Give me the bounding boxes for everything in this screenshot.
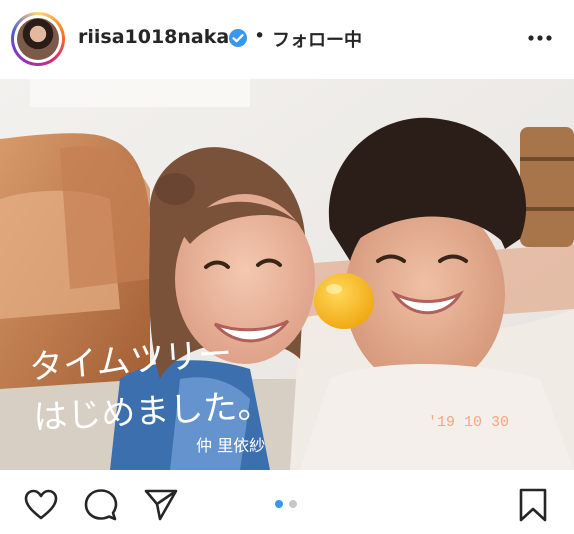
comment-bubble-icon[interactable] — [82, 486, 120, 524]
carousel-indicator — [270, 500, 304, 510]
date-stamp: '19 10 30 — [428, 414, 509, 431]
more-dots-icon[interactable] — [526, 26, 554, 50]
photo-illustration: タイムツリー はじめました。 仲 里依紗 '19 10 30 — [0, 79, 574, 470]
avatar[interactable] — [11, 12, 65, 66]
post-photo[interactable]: タイムツリー はじめました。 仲 里依紗 '19 10 30 — [0, 79, 574, 470]
caption-signature: 仲 里依紗 — [196, 436, 265, 455]
heart-icon[interactable] — [22, 486, 60, 524]
action-bar — [0, 470, 574, 534]
username-link[interactable]: riisa1018naka — [78, 26, 229, 48]
post-header: riisa1018naka • フォロー中 — [0, 0, 574, 78]
avatar-image — [17, 18, 59, 60]
carousel-dot-active — [275, 500, 283, 508]
header-separator: • — [254, 25, 266, 47]
avatar-border — [14, 15, 62, 63]
carousel-dot — [289, 500, 297, 508]
following-button[interactable]: フォロー中 — [272, 26, 362, 52]
bookmark-icon[interactable] — [514, 486, 552, 524]
verified-badge-icon — [229, 29, 247, 47]
paper-plane-icon[interactable] — [142, 486, 180, 524]
